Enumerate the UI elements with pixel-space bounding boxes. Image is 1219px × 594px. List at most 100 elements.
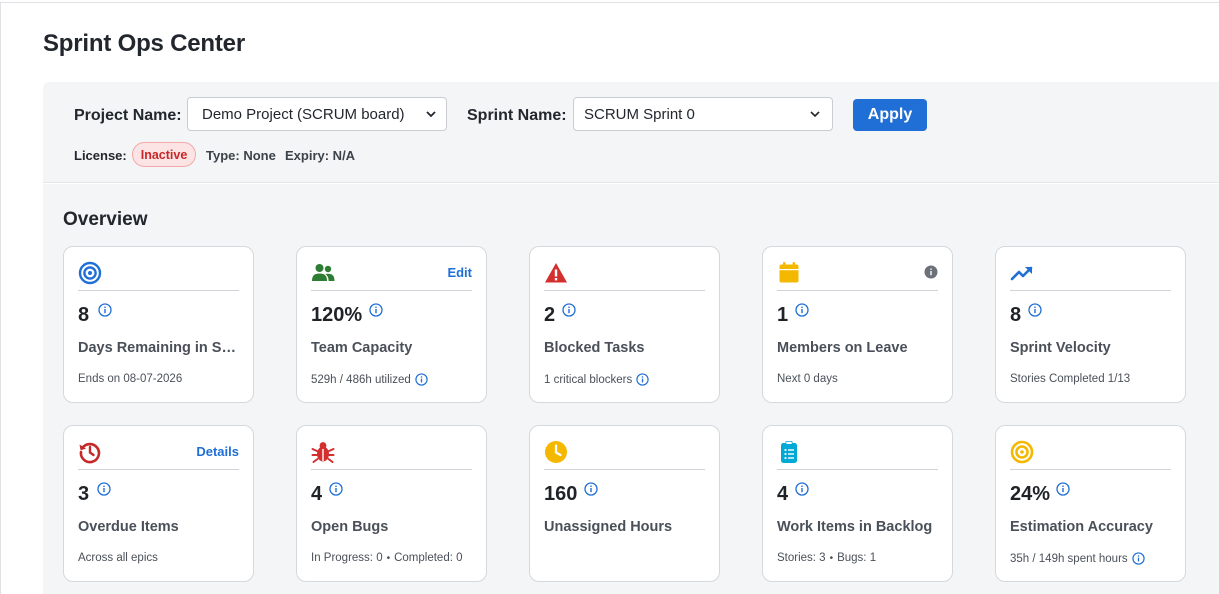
card-label: Open Bugs: [311, 519, 389, 535]
card-value: 2: [544, 304, 556, 326]
info-icon[interactable]: [415, 373, 428, 386]
apply-button[interactable]: Apply: [853, 99, 927, 131]
clipboard-icon: [777, 440, 801, 464]
card-label: Days Remaining in Sprint: [78, 340, 244, 356]
info-icon[interactable]: [97, 482, 111, 496]
card-value: 8: [78, 304, 90, 326]
card-divider: [777, 469, 938, 470]
card-divider: [544, 290, 705, 291]
card-label: Members on Leave: [777, 340, 908, 356]
card-divider: [777, 290, 938, 291]
card-days-remaining: 8 Days Remaining in Sprint Ends on 08-07…: [63, 246, 254, 403]
license-status-badge: Inactive: [132, 142, 196, 167]
card-unassigned-hours: 160 Unassigned Hours: [529, 425, 720, 582]
project-select[interactable]: Demo Project (SCRUM board): [187, 97, 447, 131]
card-team-capacity: Edit 120% Team Capacity 529h / 486h util…: [296, 246, 487, 403]
info-icon[interactable]: [924, 265, 938, 279]
card-value: 4: [777, 483, 789, 505]
card-backlog-items: 4 Work Items in Backlog Stories: 3 • Bug…: [762, 425, 953, 582]
info-icon[interactable]: [369, 303, 383, 317]
bullseye-icon: [1010, 440, 1034, 464]
card-subtext: 1 critical blockers: [544, 373, 649, 386]
card-value: 120%: [311, 304, 363, 326]
card-members-on-leave: 1 Members on Leave Next 0 days: [762, 246, 953, 403]
info-icon[interactable]: [795, 303, 809, 317]
card-subtext: In Progress: 0 • Completed: 0: [311, 552, 463, 564]
card-divider: [1010, 469, 1171, 470]
card-label: Estimation Accuracy: [1010, 519, 1153, 535]
card-subtext-text: Ends on 08-07-2026: [78, 373, 183, 385]
clock-icon: [544, 440, 568, 464]
info-icon[interactable]: [636, 373, 649, 386]
page-title: Sprint Ops Center: [43, 30, 245, 57]
license-type: Type: None: [206, 148, 276, 163]
team-icon: [311, 261, 335, 285]
card-subtext-text: Next 0 days: [777, 373, 838, 385]
info-icon[interactable]: [1056, 482, 1070, 496]
backlog-stories: Stories: 3: [777, 552, 826, 564]
card-overdue-items: Details 3 Overdue Items Across all epics: [63, 425, 254, 582]
bugs-in-progress: In Progress: 0: [311, 552, 383, 564]
history-icon: [78, 440, 102, 464]
card-subtext-text: Across all epics: [78, 552, 158, 564]
card-estimation-accuracy: 24% Estimation Accuracy 35h / 149h spent…: [995, 425, 1186, 582]
sprint-select-value: SCRUM Sprint 0: [584, 105, 695, 123]
card-value: 1: [777, 304, 789, 326]
sprint-select[interactable]: SCRUM Sprint 0: [573, 97, 833, 131]
card-subtext: Next 0 days: [777, 373, 838, 385]
bugs-completed: Completed: 0: [394, 552, 463, 564]
info-icon[interactable]: [98, 303, 112, 317]
card-label: Overdue Items: [78, 519, 179, 535]
card-value: 8: [1010, 304, 1022, 326]
info-icon[interactable]: [795, 482, 809, 496]
card-subtext: Ends on 08-07-2026: [78, 373, 182, 385]
edit-capacity-link[interactable]: Edit: [447, 265, 472, 280]
info-icon[interactable]: [329, 482, 343, 496]
card-divider: [1010, 290, 1171, 291]
card-subtext: 529h / 486h utilized: [311, 373, 428, 386]
card-value: 160: [544, 483, 578, 505]
target-icon: [78, 261, 102, 285]
card-divider: [544, 469, 705, 470]
info-icon[interactable]: [1131, 552, 1145, 565]
card-divider: [311, 290, 472, 291]
sprint-name-label: Sprint Name:: [467, 107, 567, 124]
chevron-down-icon: [810, 111, 820, 118]
card-subtext-text: Stories Completed 1/13: [1010, 373, 1131, 385]
card-divider: [78, 469, 239, 470]
card-value: 3: [78, 483, 90, 505]
card-sprint-velocity: 8 Sprint Velocity Stories Completed 1/13: [995, 246, 1186, 403]
overview-section: Overview 8 Days Remaining in Sprint Ends…: [43, 184, 1219, 594]
info-icon[interactable]: [584, 482, 598, 496]
card-value: 24%: [1010, 483, 1051, 505]
card-subtext: Across all epics: [78, 552, 158, 564]
overview-title: Overview: [63, 209, 148, 230]
separator-dot: •: [829, 552, 834, 564]
calendar-icon: [777, 261, 801, 285]
info-icon[interactable]: [1028, 303, 1042, 317]
chevron-down-icon: [426, 111, 436, 118]
project-select-value: Demo Project (SCRUM board): [202, 105, 405, 123]
card-subtext-text: 529h / 486h utilized: [311, 373, 411, 386]
card-open-bugs: 4 Open Bugs In Progress: 0 • Completed: …: [296, 425, 487, 582]
card-label: Blocked Tasks: [544, 340, 645, 356]
backlog-bugs: Bugs: 1: [837, 552, 877, 564]
license-expiry: Expiry: N/A: [285, 148, 356, 163]
trend-up-icon: [1010, 261, 1034, 285]
project-name-label: Project Name:: [74, 107, 182, 124]
card-subtext-text: 35h / 149h spent hours: [1010, 552, 1128, 565]
card-label: Team Capacity: [311, 340, 413, 356]
app-frame: Sprint Ops Center Project Name: Demo Pro…: [0, 2, 1219, 594]
card-label: Sprint Velocity: [1010, 340, 1111, 356]
card-label: Unassigned Hours: [544, 519, 673, 535]
overdue-details-link[interactable]: Details: [196, 444, 239, 459]
card-blocked-tasks: 2 Blocked Tasks 1 critical blockers: [529, 246, 720, 403]
license-label: License:: [74, 148, 127, 163]
card-divider: [311, 469, 472, 470]
info-icon[interactable]: [562, 303, 576, 317]
separator-dot: •: [386, 552, 391, 564]
card-value: 4: [311, 483, 323, 505]
card-subtext: Stories Completed 1/13: [1010, 373, 1130, 385]
bug-icon: [311, 440, 335, 464]
card-subtext-text: 1 critical blockers: [544, 373, 633, 386]
